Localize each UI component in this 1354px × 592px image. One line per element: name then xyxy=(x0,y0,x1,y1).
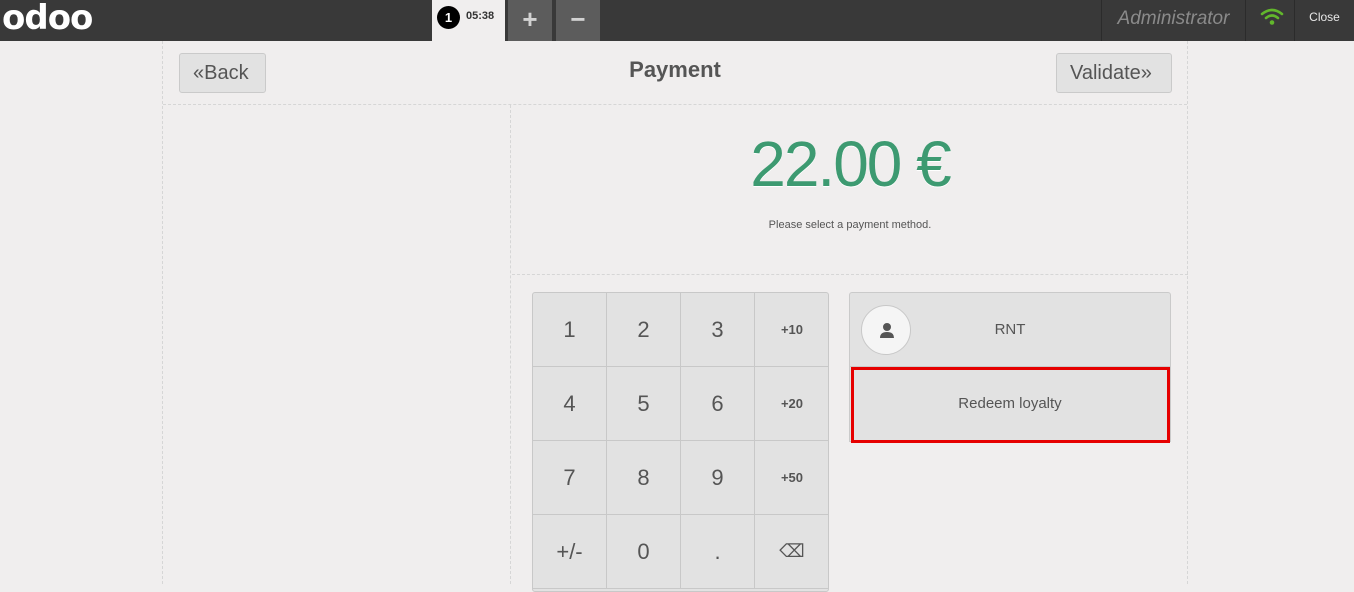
user-name[interactable]: Administrator xyxy=(1102,0,1245,41)
close-button[interactable]: Close xyxy=(1295,0,1354,36)
numpad: 1 2 3 +10 4 5 6 +20 7 8 9 +50 +/- 0 . ⌫ xyxy=(532,292,829,592)
separator xyxy=(1245,0,1246,41)
numpad-key-4[interactable]: 4 xyxy=(533,367,607,441)
odoo-logo: odoo xyxy=(2,0,93,38)
numpad-key-2[interactable]: 2 xyxy=(607,293,681,367)
order-time: 05:38 xyxy=(466,10,495,22)
customer-button[interactable]: RNT xyxy=(849,292,1171,367)
screen-header: «Back Payment Validate» xyxy=(163,41,1187,105)
payment-screen: «Back Payment Validate» 22.00 € Please s… xyxy=(162,41,1188,592)
wifi-icon xyxy=(1260,8,1284,25)
double-chevron-right-icon: » xyxy=(1140,62,1152,84)
numpad-key-plus50[interactable]: +50 xyxy=(755,441,828,515)
amount-area: 22.00 € Please select a payment method. xyxy=(512,105,1188,275)
payment-content: 22.00 € Please select a payment method. … xyxy=(512,105,1188,592)
customer-label: RNT xyxy=(994,321,1026,338)
numpad-key-plus10[interactable]: +10 xyxy=(755,293,828,367)
remove-order-button[interactable]: − xyxy=(556,0,600,41)
numpad-key-6[interactable]: 6 xyxy=(681,367,755,441)
numpad-key-7[interactable]: 7 xyxy=(533,441,607,515)
numpad-key-3[interactable]: 3 xyxy=(681,293,755,367)
numpad-key-decimal[interactable]: . xyxy=(681,515,755,589)
numpad-key-plus20[interactable]: +20 xyxy=(755,367,828,441)
numpad-key-sign[interactable]: +/- xyxy=(533,515,607,589)
top-bar: odoo 1 05:38 + − Administrator Close xyxy=(0,0,1354,41)
order-number-badge: 1 xyxy=(437,6,460,29)
numpad-key-1[interactable]: 1 xyxy=(533,293,607,367)
highlight-box xyxy=(851,367,1170,443)
order-tab[interactable]: 1 05:38 xyxy=(432,0,505,41)
numpad-key-5[interactable]: 5 xyxy=(607,367,681,441)
page-title: Payment xyxy=(629,57,721,82)
payment-instructions: Please select a payment method. xyxy=(768,219,932,231)
paymentlines-panel xyxy=(163,105,511,584)
numpad-key-8[interactable]: 8 xyxy=(607,441,681,515)
numpad-key-0[interactable]: 0 xyxy=(607,515,681,589)
total-amount: 22.00 € xyxy=(750,128,952,200)
validate-button[interactable]: Validate» xyxy=(1056,53,1172,93)
backspace-icon[interactable]: ⌫ xyxy=(755,515,828,589)
validate-label: Validate xyxy=(1070,62,1141,84)
add-order-button[interactable]: + xyxy=(508,0,552,41)
numpad-key-9[interactable]: 9 xyxy=(681,441,755,515)
